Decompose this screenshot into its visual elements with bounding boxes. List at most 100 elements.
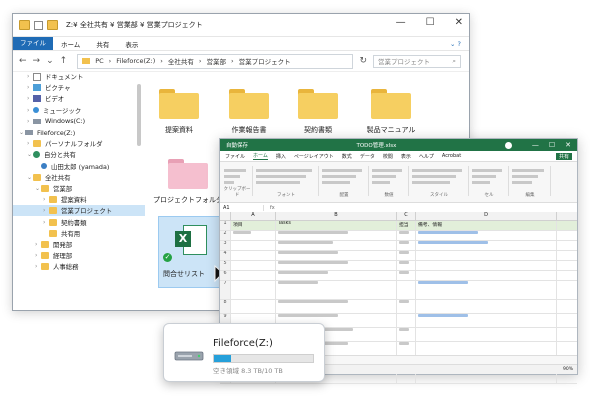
table-cell[interactable] [231, 300, 276, 313]
sidebar-item[interactable]: › 提案資料 [13, 194, 145, 205]
sidebar-item[interactable]: › ピクチャ [13, 82, 145, 93]
table-cell[interactable] [416, 271, 557, 280]
tab-home[interactable]: ホーム [53, 39, 88, 49]
file-item-selected[interactable]: X ✓ 問合せリスト [158, 216, 228, 288]
sidebar-item[interactable]: ⌄ 全社共有 [13, 172, 145, 183]
sidebar-item[interactable]: ⌄ 自分と共有 [13, 149, 145, 160]
table-cell[interactable] [276, 271, 397, 280]
table-row[interactable]: 4 [220, 251, 577, 261]
table-cell[interactable] [276, 251, 397, 260]
close-icon[interactable]: ✕ [565, 141, 571, 149]
sidebar-item[interactable]: › ミュージック [13, 105, 145, 116]
table-cell[interactable] [416, 231, 557, 240]
sidebar-item[interactable]: › 経理部 [13, 250, 145, 261]
table-cell[interactable] [231, 231, 276, 240]
folder-item[interactable]: 製品マニュアル [359, 89, 423, 135]
ribbon-group[interactable]: フォント [254, 166, 319, 198]
select-all-corner[interactable] [220, 212, 231, 220]
zoom-level[interactable]: 90% [563, 367, 573, 372]
table-cell[interactable] [416, 281, 557, 299]
column-header[interactable]: B [276, 212, 397, 220]
table-cell[interactable] [416, 251, 557, 260]
breadcrumb-item[interactable]: Fileforce(Z:) [116, 57, 155, 65]
header-cell[interactable]: 担当 [397, 221, 416, 230]
breadcrumb-item[interactable]: 全社共有 [168, 56, 194, 66]
folder-item[interactable]: 契約書類 [290, 89, 346, 135]
table-cell[interactable] [397, 342, 416, 355]
table-cell[interactable] [416, 300, 557, 313]
up-icon[interactable]: ↑ [60, 56, 68, 66]
table-cell[interactable] [416, 261, 557, 270]
table-cell[interactable] [416, 328, 557, 341]
column-header[interactable]: D [416, 212, 557, 220]
recent-icon[interactable]: ⌄ [46, 56, 54, 66]
header-cell[interactable]: Tasks [276, 221, 397, 230]
properties-icon[interactable] [34, 20, 43, 30]
tab-view[interactable]: 表示 [117, 39, 146, 49]
folder-item[interactable]: 作業報告書 [221, 89, 277, 135]
sidebar-item[interactable]: › Windows(C:) [13, 116, 145, 127]
excel-tab[interactable]: ヘルプ [419, 153, 434, 160]
row-number[interactable]: 8 [220, 300, 231, 313]
table-cell[interactable] [416, 314, 557, 327]
table-cell[interactable] [397, 328, 416, 341]
table-row[interactable]: 7 [220, 281, 577, 300]
excel-tab[interactable]: 挿入 [276, 153, 286, 160]
table-cell[interactable] [397, 314, 416, 327]
sidebar-item[interactable]: › 開発部 [13, 239, 145, 250]
tab-file[interactable]: ファイル [13, 37, 53, 50]
column-header[interactable]: A [231, 212, 276, 220]
row-number[interactable]: 4 [220, 251, 231, 260]
breadcrumb-item[interactable]: 営業プロジェクト [239, 56, 291, 66]
share-button[interactable]: 共有 [555, 152, 572, 160]
close-icon[interactable]: ✕ [455, 17, 463, 28]
ribbon-group[interactable]: 数値 [370, 166, 409, 198]
sidebar-item[interactable]: 共有用 [13, 228, 145, 239]
folder-item[interactable]: プロジェクトフォルダ [153, 159, 223, 205]
table-cell[interactable] [231, 261, 276, 270]
sidebar-item[interactable]: › パーソナルフォルダ [13, 138, 145, 149]
table-row[interactable]: 6 [220, 271, 577, 281]
sidebar-item[interactable]: ⌄ 営業部 [13, 183, 145, 194]
excel-tab[interactable]: 数式 [342, 153, 352, 160]
avatar[interactable] [504, 141, 512, 149]
maximize-icon[interactable]: ☐ [549, 141, 555, 149]
minimize-icon[interactable]: — [532, 141, 539, 149]
excel-tab[interactable]: ページレイアウト [294, 153, 334, 160]
row-number[interactable]: 6 [220, 271, 231, 280]
table-cell[interactable] [276, 261, 397, 270]
ribbon-group[interactable]: 配置 [320, 166, 369, 198]
row-number[interactable]: 1 [220, 221, 231, 230]
table-row[interactable]: 3 [220, 241, 577, 251]
table-cell[interactable] [276, 241, 397, 250]
table-row[interactable]: 1 項目 Tasks 担当 備考、情報 [220, 221, 577, 231]
maximize-icon[interactable]: ☐ [426, 17, 435, 28]
folder-item[interactable]: 提案資料 [151, 89, 207, 135]
column-header[interactable]: C [397, 212, 416, 220]
table-row[interactable]: 2 [220, 231, 577, 241]
table-cell[interactable] [416, 342, 557, 355]
sidebar-item[interactable]: › ドキュメント [13, 71, 145, 82]
row-number[interactable]: 3 [220, 241, 231, 250]
table-row[interactable]: 5 [220, 261, 577, 271]
table-cell[interactable] [397, 261, 416, 270]
excel-tab[interactable]: Acrobat [442, 153, 461, 159]
header-cell[interactable]: 備考、情報 [416, 221, 557, 230]
sidebar-item[interactable]: › 人事総務 [13, 261, 145, 272]
table-cell[interactable] [397, 231, 416, 240]
forward-icon[interactable]: → [33, 56, 41, 66]
sidebar-item[interactable]: › ビデオ [13, 93, 145, 104]
table-cell[interactable] [276, 300, 397, 313]
nav-scrollbar[interactable] [137, 84, 141, 146]
ribbon-expand-icon[interactable]: ⌄ ? [442, 40, 469, 48]
tab-share[interactable]: 共有 [88, 39, 117, 49]
header-cell[interactable]: 項目 [231, 221, 276, 230]
minimize-icon[interactable]: — [396, 17, 406, 28]
excel-tab[interactable]: データ [360, 153, 375, 160]
new-folder-icon[interactable] [47, 20, 58, 30]
breadcrumb-item[interactable]: 営業部 [206, 56, 226, 66]
ribbon-group[interactable]: スタイル [410, 166, 469, 198]
table-cell[interactable] [397, 281, 416, 299]
breadcrumb[interactable]: PC › Fileforce(Z:) › 全社共有 › 営業部 › 営業プロジェクト [77, 53, 354, 69]
refresh-icon[interactable]: ↻ [359, 56, 367, 66]
